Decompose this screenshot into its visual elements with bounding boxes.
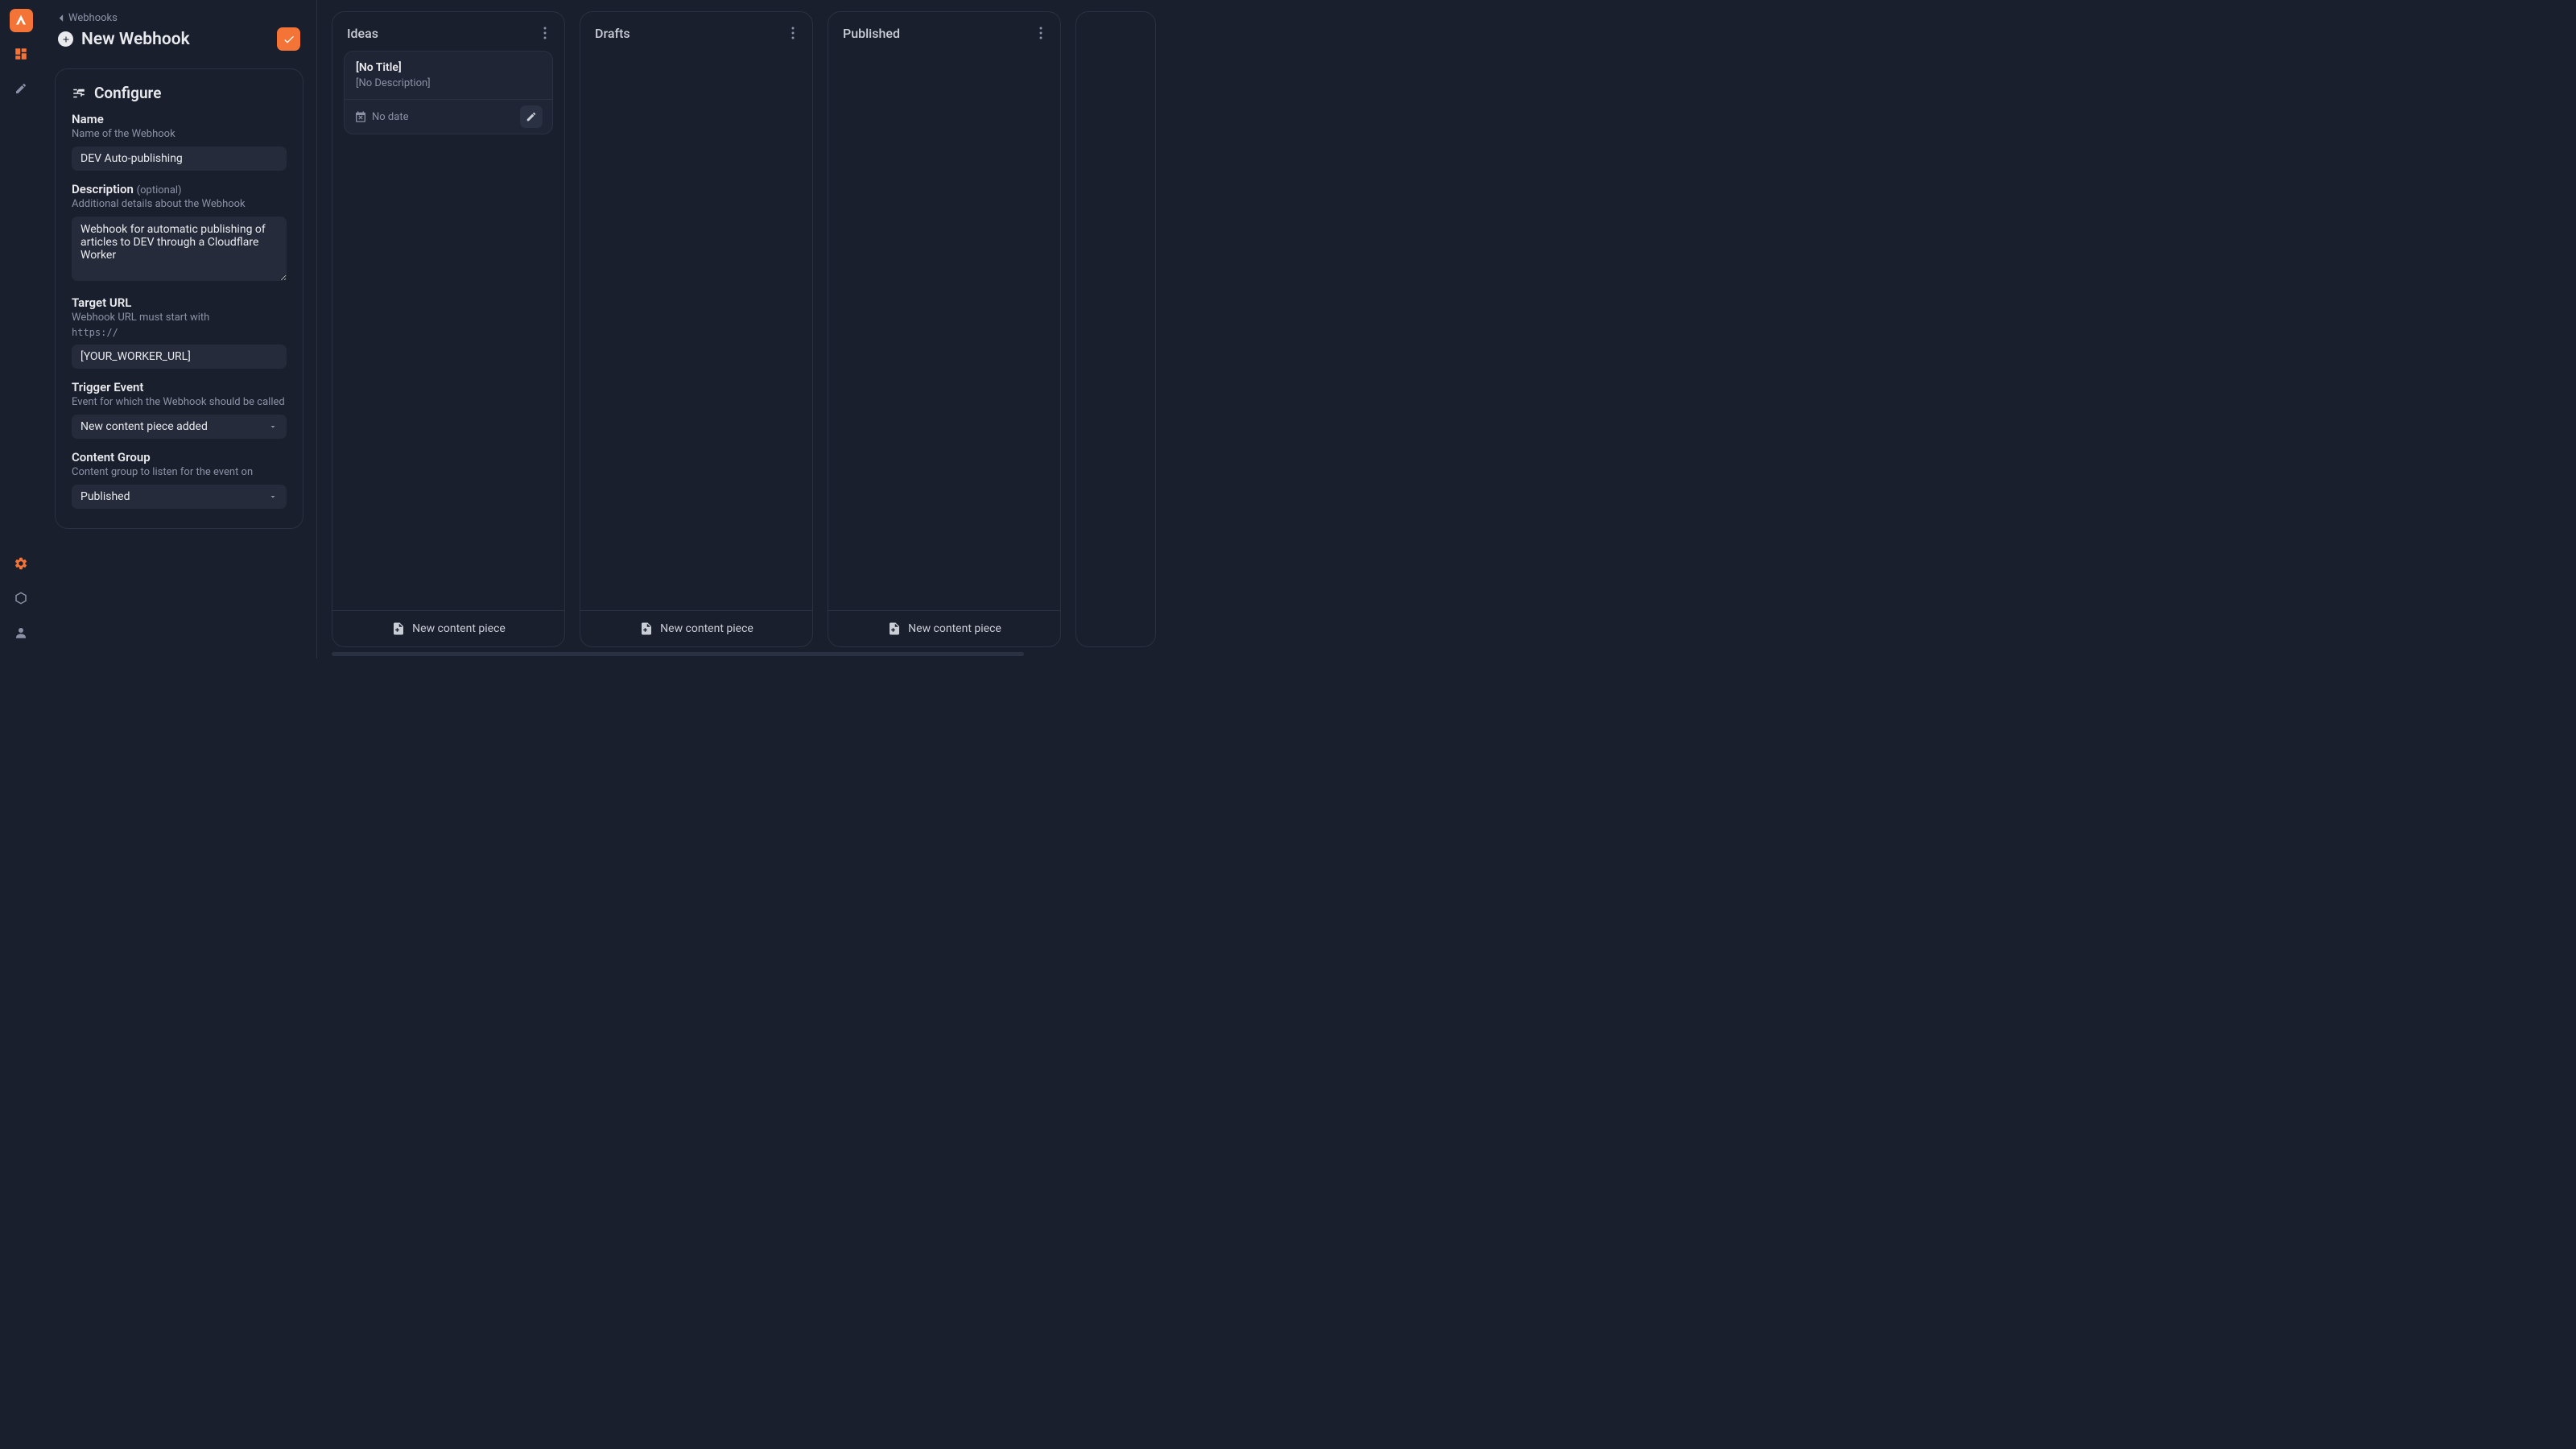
name-input[interactable]	[72, 147, 287, 171]
new-content-button[interactable]: New content piece	[332, 610, 564, 646]
horizontal-scrollbar[interactable]	[332, 652, 1024, 656]
column-body	[828, 51, 1060, 610]
file-plus-icon	[887, 621, 902, 636]
column-title: Ideas	[347, 26, 378, 41]
column-peek	[1075, 11, 1156, 647]
chevron-down-icon	[268, 492, 278, 502]
breadcrumb[interactable]: Webhooks	[58, 12, 300, 24]
file-plus-icon	[639, 621, 654, 636]
new-content-button[interactable]: New content piece	[828, 610, 1060, 646]
column-header: Ideas	[332, 12, 564, 51]
chevron-down-icon	[268, 422, 278, 431]
dashboard-icon[interactable]	[8, 41, 34, 67]
trigger-event-label: Trigger Event	[72, 380, 287, 394]
card-description: [No Description]	[356, 77, 541, 89]
card-title: [No Title]	[356, 61, 541, 74]
chevron-left-icon	[58, 14, 64, 23]
edit-button[interactable]	[520, 105, 543, 128]
content-group-sublabel: Content group to listen for the event on	[72, 466, 287, 478]
sliders-icon	[72, 86, 86, 101]
more-vertical-icon[interactable]	[540, 23, 550, 43]
gear-icon[interactable]	[8, 551, 34, 576]
plus-circle-icon	[58, 31, 73, 47]
calendar-x-icon	[354, 110, 367, 123]
content-group-select[interactable]: Published	[72, 485, 287, 509]
target-url-label: Target URL	[72, 295, 287, 310]
user-icon[interactable]	[8, 620, 34, 646]
board: Ideas [No Title] [No Description] No dat…	[332, 11, 1158, 647]
main-content: Ideas [No Title] [No Description] No dat…	[317, 0, 1172, 658]
configure-panel: Configure Name Name of the Webhook Descr…	[55, 68, 303, 529]
description-label: Description (optional)	[72, 182, 287, 196]
column-drafts: Drafts New content piece	[580, 11, 813, 647]
card-date: No date	[354, 110, 408, 123]
column-ideas: Ideas [No Title] [No Description] No dat…	[332, 11, 565, 647]
content-group-label: Content Group	[72, 450, 287, 464]
field-target-url: Target URL Webhook URL must start with h…	[72, 295, 287, 369]
breadcrumb-label: Webhooks	[68, 12, 118, 24]
field-content-group: Content Group Content group to listen fo…	[72, 450, 287, 509]
trigger-event-select[interactable]: New content piece added	[72, 415, 287, 439]
page-title: New Webhook	[81, 30, 190, 49]
app-logo[interactable]	[10, 9, 33, 32]
target-url-sublabel: Webhook URL must start with https://	[72, 312, 287, 338]
field-description: Description (optional) Additional detail…	[72, 182, 287, 284]
trigger-event-sublabel: Event for which the Webhook should be ca…	[72, 396, 287, 408]
check-icon	[283, 33, 295, 46]
field-trigger-event: Trigger Event Event for which the Webhoo…	[72, 380, 287, 439]
description-textarea[interactable]	[72, 217, 287, 281]
column-title: Drafts	[595, 26, 630, 41]
name-sublabel: Name of the Webhook	[72, 128, 287, 140]
icon-rail	[0, 0, 42, 658]
field-name: Name Name of the Webhook	[72, 112, 287, 171]
confirm-button[interactable]	[277, 27, 300, 51]
pencil-icon[interactable]	[8, 76, 34, 101]
column-header: Published	[828, 12, 1060, 51]
name-label: Name	[72, 112, 287, 126]
target-url-input[interactable]	[72, 345, 287, 369]
description-sublabel: Additional details about the Webhook	[72, 198, 287, 210]
configure-title: Configure	[72, 84, 287, 102]
more-vertical-icon[interactable]	[788, 23, 798, 43]
more-vertical-icon[interactable]	[1036, 23, 1046, 43]
column-published: Published New content piece	[828, 11, 1061, 647]
content-card[interactable]: [No Title] [No Description] No date	[344, 51, 553, 134]
column-title: Published	[843, 26, 900, 41]
sidebar: Webhooks New Webhook Configure Name Name…	[42, 0, 317, 658]
column-header: Drafts	[580, 12, 812, 51]
file-plus-icon	[391, 621, 406, 636]
cube-icon[interactable]	[8, 585, 34, 611]
column-body	[580, 51, 812, 610]
header: Webhooks New Webhook	[42, 0, 316, 59]
pencil-icon	[526, 111, 537, 122]
new-content-button[interactable]: New content piece	[580, 610, 812, 646]
column-body: [No Title] [No Description] No date	[332, 51, 564, 610]
